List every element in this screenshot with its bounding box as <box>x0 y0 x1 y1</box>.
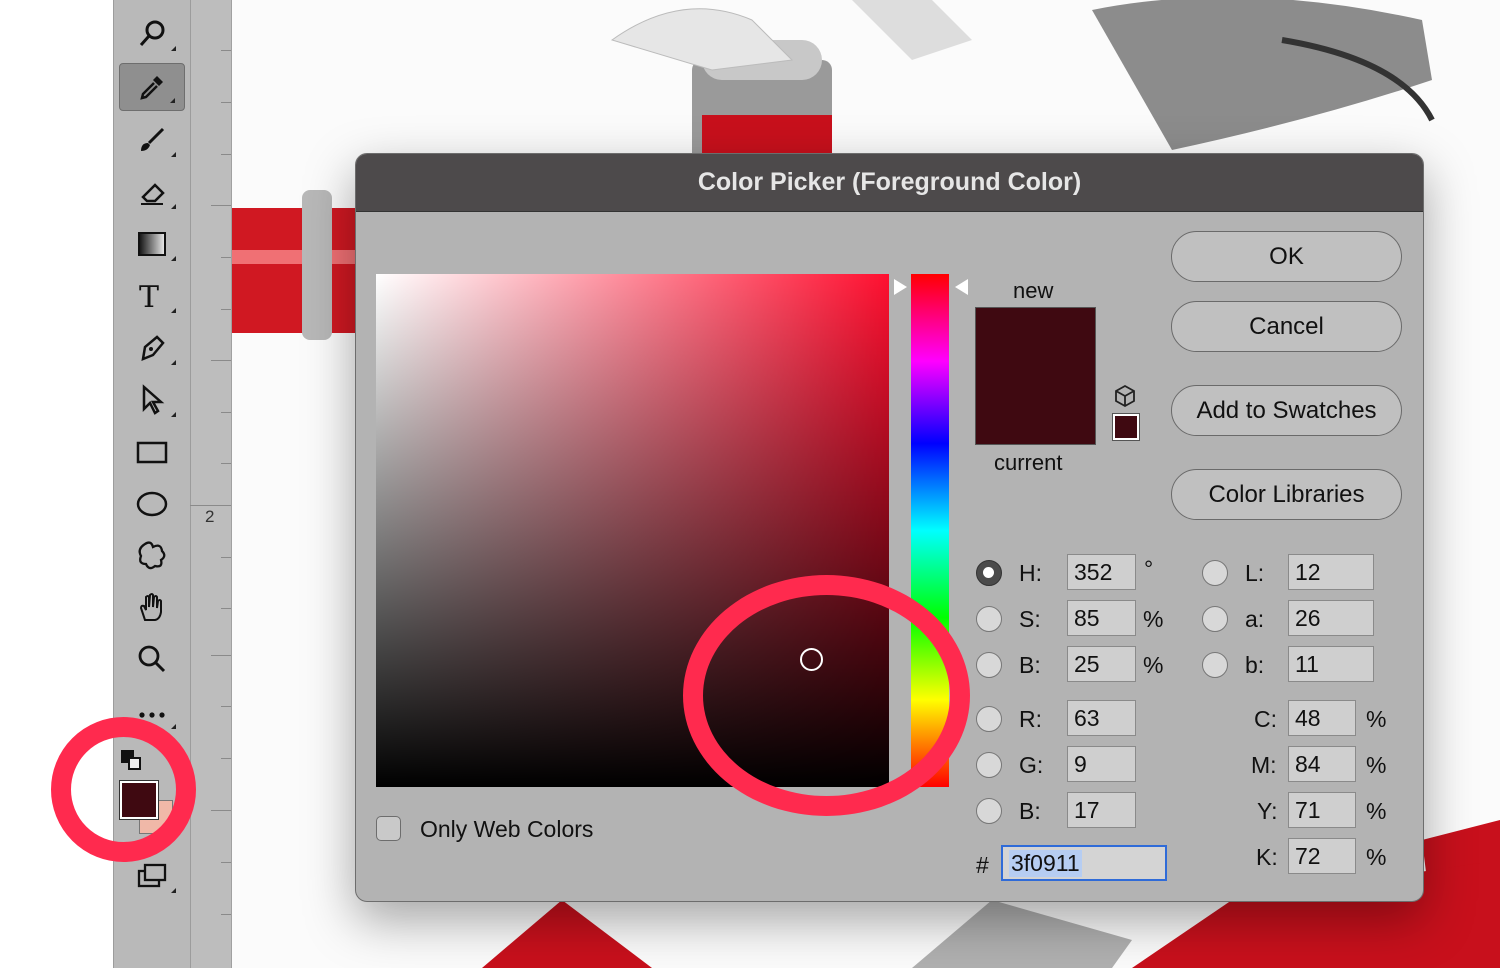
brightness-radio[interactable] <box>976 652 1002 678</box>
saturation-label: S: <box>1019 606 1041 632</box>
current-color-swatch[interactable] <box>976 376 1095 444</box>
current-color-label: current <box>994 450 1063 475</box>
brush-tool[interactable] <box>119 116 185 164</box>
vertical-ruler: 2 <box>190 0 232 968</box>
eyedropper-icon <box>140 76 163 100</box>
brightness-unit: % <box>1143 652 1164 678</box>
red-input[interactable]: 63 <box>1067 700 1136 736</box>
gamut-cube-icon[interactable] <box>1113 384 1137 408</box>
magenta-unit: % <box>1366 752 1387 778</box>
green-radio[interactable] <box>976 752 1002 778</box>
only-web-colors-label: Only Web Colors <box>420 816 594 842</box>
hex-input[interactable]: 3f0911 <box>1001 845 1167 881</box>
lab-b-input[interactable]: 11 <box>1288 646 1374 682</box>
type-icon: T <box>139 280 159 313</box>
cyan-unit: % <box>1366 706 1387 732</box>
eraser-tool[interactable] <box>119 168 185 216</box>
new-color-swatch <box>976 308 1095 376</box>
brightness-label: B: <box>1019 652 1041 678</box>
lab-a-label: a: <box>1245 606 1265 632</box>
quick-selection-icon <box>139 20 165 46</box>
magenta-input[interactable]: 84 <box>1288 746 1356 782</box>
lab-b-label: b: <box>1245 652 1265 678</box>
black-label: K: <box>1256 844 1278 870</box>
black-unit: % <box>1366 844 1387 870</box>
screen-mode-icon <box>137 863 167 888</box>
red-label: R: <box>1019 706 1042 732</box>
highlight-ring-swatch <box>51 717 196 862</box>
color-libraries-button[interactable]: Color Libraries <box>1171 469 1402 520</box>
custom-shape-icon <box>138 541 166 570</box>
custom-shape-tool[interactable] <box>119 531 185 579</box>
saturation-input[interactable]: 85 <box>1067 600 1136 636</box>
yellow-label: Y: <box>1257 798 1278 824</box>
gamut-warning-swatch[interactable] <box>1112 413 1140 441</box>
green-label: G: <box>1019 752 1044 778</box>
gradient-tool[interactable] <box>119 220 185 268</box>
only-web-colors-checkbox[interactable] <box>376 816 401 841</box>
cancel-button[interactable]: Cancel <box>1171 301 1402 352</box>
highlight-ring-color-field <box>683 575 970 816</box>
pen-icon <box>141 335 165 361</box>
brush-icon <box>141 127 165 151</box>
magenta-label: M: <box>1251 752 1277 778</box>
lab-l-label: L: <box>1245 560 1265 586</box>
saturation-unit: % <box>1143 606 1164 632</box>
path-selection-tool[interactable] <box>119 376 185 424</box>
rectangle-icon <box>136 441 168 464</box>
blue-label: B: <box>1019 798 1041 824</box>
ok-button[interactable]: OK <box>1171 231 1402 282</box>
blue-input[interactable]: 17 <box>1067 792 1136 828</box>
hex-value: 3f0911 <box>1009 849 1082 877</box>
svg-text:T: T <box>139 280 159 313</box>
yellow-input[interactable]: 71 <box>1288 792 1356 828</box>
zoom-tool[interactable] <box>119 635 185 683</box>
hue-label: H: <box>1019 560 1042 586</box>
gradient-icon <box>138 232 166 256</box>
lab-b-radio[interactable] <box>1202 652 1228 678</box>
lab-a-input[interactable]: 26 <box>1288 600 1374 636</box>
blue-radio[interactable] <box>976 798 1002 824</box>
yellow-unit: % <box>1366 798 1387 824</box>
type-tool[interactable]: T <box>119 272 185 320</box>
ellipse-icon <box>136 491 168 517</box>
hue-input[interactable]: 352 <box>1067 554 1136 590</box>
saturation-radio[interactable] <box>976 606 1002 632</box>
hand-icon <box>139 593 162 621</box>
cyan-label: C: <box>1254 706 1277 732</box>
dialog-title: Color Picker (Foreground Color) <box>697 168 1082 196</box>
eraser-icon <box>141 183 165 205</box>
hue-slider-left-arrow[interactable] <box>894 279 907 295</box>
pen-tool[interactable] <box>119 324 185 372</box>
hue-slider-right-arrow[interactable] <box>955 279 968 295</box>
arrow-pointer-icon <box>142 384 165 415</box>
lab-l-input[interactable]: 12 <box>1288 554 1374 590</box>
add-to-swatches-button[interactable]: Add to Swatches <box>1171 385 1402 436</box>
ellipse-tool[interactable] <box>119 480 185 528</box>
cyan-input[interactable]: 48 <box>1288 700 1356 736</box>
green-input[interactable]: 9 <box>1067 746 1136 782</box>
rectangle-tool[interactable] <box>119 428 185 476</box>
ruler-mark: 2 <box>205 507 215 526</box>
red-radio[interactable] <box>976 706 1002 732</box>
hue-unit: ° <box>1144 556 1154 582</box>
new-current-preview <box>975 307 1096 445</box>
eyedropper-tool[interactable] <box>119 63 185 111</box>
hand-tool[interactable] <box>119 583 185 631</box>
new-color-label: new <box>1013 278 1054 303</box>
magnifier-icon <box>138 645 166 673</box>
lab-l-radio[interactable] <box>1202 560 1228 586</box>
dialog-titlebar: Color Picker (Foreground Color) <box>356 154 1423 212</box>
black-input[interactable]: 72 <box>1288 838 1356 874</box>
hex-label: # <box>976 852 989 878</box>
hue-radio[interactable] <box>976 560 1002 586</box>
lab-a-radio[interactable] <box>1202 606 1228 632</box>
quick-selection-tool[interactable] <box>119 10 185 58</box>
brightness-input[interactable]: 25 <box>1067 646 1136 682</box>
